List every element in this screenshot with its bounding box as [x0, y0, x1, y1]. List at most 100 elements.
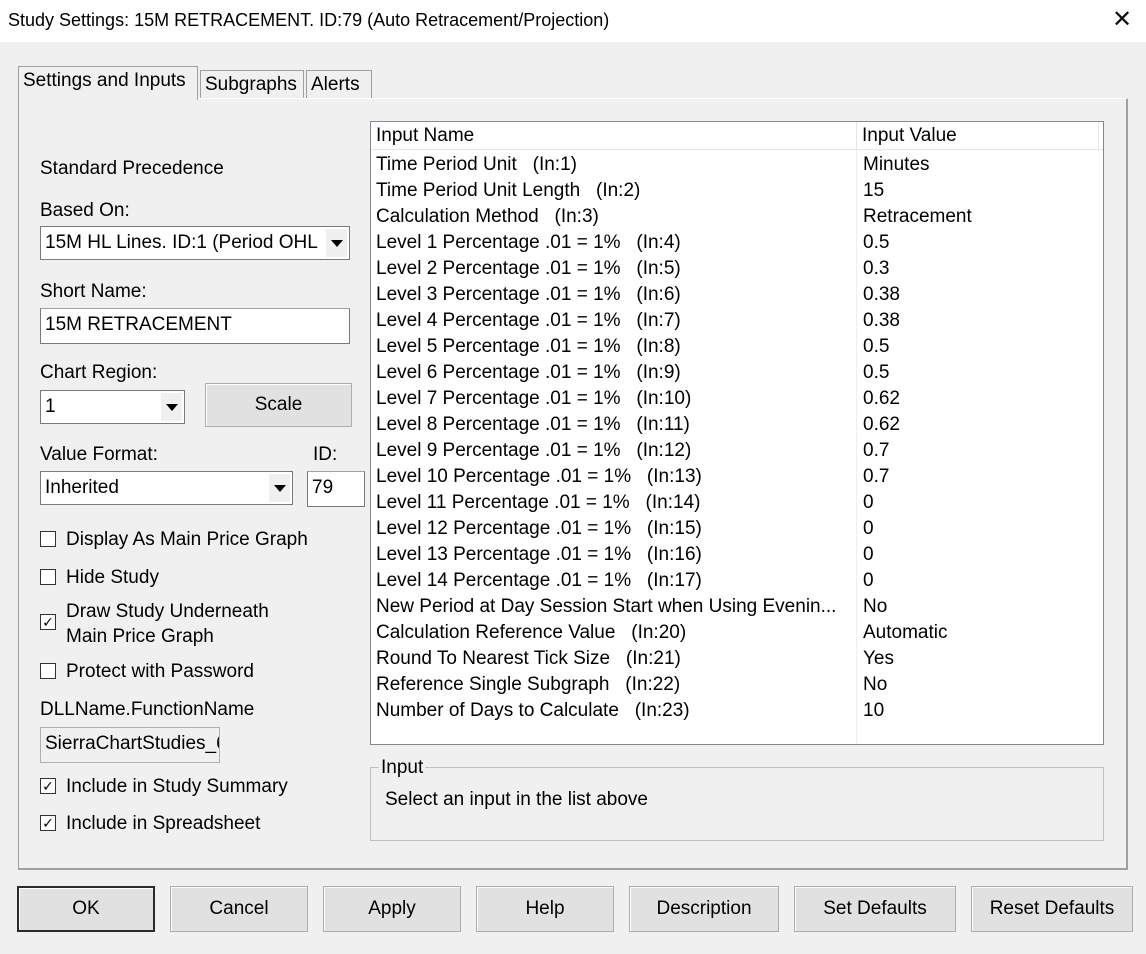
display-main-price-graph-option[interactable]: Display As Main Price Graph: [40, 527, 308, 552]
inputs-list-header: Input Name Input Value: [371, 122, 1103, 150]
table-row[interactable]: Level 12 Percentage .01 = 1% (In:15) 0: [371, 517, 1103, 543]
hide-study-checkbox[interactable]: [40, 569, 56, 585]
input-name: Calculation Reference Value (In:20): [376, 622, 687, 643]
table-row[interactable]: Level 4 Percentage .01 = 1% (In:7) 0.38: [371, 309, 1103, 335]
include-spreadsheet-label: Include in Spreadsheet: [66, 813, 261, 834]
table-row[interactable]: Time Period Unit (In:1) Minutes: [371, 153, 1103, 179]
tab-alerts[interactable]: Alerts: [306, 70, 372, 99]
table-row[interactable]: Level 6 Percentage .01 = 1% (In:9) 0.5: [371, 361, 1103, 387]
value-format-select[interactable]: Inherited: [40, 471, 293, 505]
column-header-input-value[interactable]: Input Value: [857, 122, 1099, 150]
input-name: Level 11 Percentage .01 = 1% (In:14): [376, 492, 701, 513]
set-defaults-button[interactable]: Set Defaults: [794, 886, 956, 932]
table-row[interactable]: Number of Days to Calculate (In:23) 10: [371, 699, 1103, 725]
input-name: Level 5 Percentage .01 = 1% (In:8): [376, 336, 681, 357]
table-row[interactable]: Time Period Unit Length (In:2) 15: [371, 179, 1103, 205]
table-row[interactable]: Round To Nearest Tick Size (In:21) Yes: [371, 647, 1103, 673]
table-row[interactable]: Calculation Method (In:3) Retracement: [371, 205, 1103, 231]
window-title: Study Settings: 15M RETRACEMENT. ID:79 (…: [8, 10, 610, 30]
chevron-down-icon[interactable]: [160, 393, 182, 421]
chart-region-value: 1: [45, 396, 56, 417]
include-study-summary-label: Include in Study Summary: [66, 776, 288, 797]
protect-password-checkbox[interactable]: [40, 663, 56, 679]
input-name: Level 1 Percentage .01 = 1% (In:4): [376, 232, 681, 253]
scale-button[interactable]: Scale: [205, 383, 352, 427]
input-name: Level 10 Percentage .01 = 1% (In:13): [376, 466, 702, 487]
table-row[interactable]: Level 2 Percentage .01 = 1% (In:5) 0.3: [371, 257, 1103, 283]
draw-underneath-checkbox[interactable]: ✓: [40, 614, 56, 630]
table-row[interactable]: Level 1 Percentage .01 = 1% (In:4) 0.5: [371, 231, 1103, 257]
protect-password-label: Protect with Password: [66, 661, 254, 682]
table-row[interactable]: Level 13 Percentage .01 = 1% (In:16) 0: [371, 543, 1103, 569]
input-name: Reference Single Subgraph (In:22): [376, 674, 681, 695]
chart-region-select[interactable]: 1: [40, 390, 185, 424]
based-on-select[interactable]: 15M HL Lines. ID:1 (Period OHL: [40, 226, 350, 260]
short-name-input[interactable]: 15M RETRACEMENT: [40, 308, 350, 344]
input-name: Time Period Unit Length (In:2): [376, 180, 641, 201]
inputs-list[interactable]: Input Name Input Value Time Period Unit …: [370, 121, 1104, 745]
close-icon[interactable]: ✕: [1098, 0, 1146, 42]
table-row[interactable]: Level 8 Percentage .01 = 1% (In:11) 0.62: [371, 413, 1103, 439]
table-row[interactable]: Level 9 Percentage .01 = 1% (In:12) 0.7: [371, 439, 1103, 465]
column-header-input-name[interactable]: Input Name: [371, 122, 857, 150]
tab-settings-and-inputs[interactable]: Settings and Inputs: [18, 66, 198, 101]
input-name: Level 9 Percentage .01 = 1% (In:12): [376, 440, 692, 461]
include-spreadsheet-checkbox[interactable]: ✓: [40, 815, 56, 831]
input-value: 0.38: [863, 284, 900, 305]
input-name: Level 6 Percentage .01 = 1% (In:9): [376, 362, 681, 383]
input-value: Automatic: [863, 622, 948, 643]
input-value: No: [863, 674, 888, 695]
input-value: 0.3: [863, 258, 890, 279]
description-button[interactable]: Description: [629, 886, 779, 932]
input-name: Number of Days to Calculate (In:23): [376, 700, 690, 721]
display-main-price-graph-label: Display As Main Price Graph: [66, 529, 308, 550]
table-row[interactable]: Level 3 Percentage .01 = 1% (In:6) 0.38: [371, 283, 1103, 309]
input-value: Yes: [863, 648, 894, 669]
table-row[interactable]: Level 11 Percentage .01 = 1% (In:14) 0: [371, 491, 1103, 517]
include-spreadsheet-option[interactable]: ✓ Include in Spreadsheet: [40, 811, 260, 836]
tab-subgraphs[interactable]: Subgraphs: [200, 70, 304, 99]
input-value: Minutes: [863, 154, 930, 175]
include-study-summary-checkbox[interactable]: ✓: [40, 778, 56, 794]
table-row[interactable]: Level 5 Percentage .01 = 1% (In:8) 0.5: [371, 335, 1103, 361]
display-main-price-graph-checkbox[interactable]: [40, 531, 56, 547]
input-description-group: Input Select an input in the list above: [370, 757, 1104, 841]
input-value: 0.5: [863, 336, 890, 357]
apply-button[interactable]: Apply: [323, 886, 461, 932]
cancel-button[interactable]: Cancel: [170, 886, 308, 932]
draw-underneath-option[interactable]: ✓ Draw Study Underneath Main Price Graph: [40, 599, 269, 649]
input-value: No: [863, 596, 888, 617]
input-name: Time Period Unit (In:1): [376, 154, 577, 175]
table-row[interactable]: Level 7 Percentage .01 = 1% (In:10) 0.62: [371, 387, 1103, 413]
ok-button[interactable]: OK: [17, 886, 155, 932]
id-label: ID:: [313, 444, 338, 465]
table-row[interactable]: Level 14 Percentage .01 = 1% (In:17) 0: [371, 569, 1103, 595]
input-name: Level 13 Percentage .01 = 1% (In:16): [376, 544, 702, 565]
input-description-text: Select an input in the list above: [385, 789, 649, 810]
protect-password-option[interactable]: Protect with Password: [40, 659, 254, 684]
dll-name-field[interactable]: SierraChartStudies_64.: [40, 727, 220, 763]
dll-name-label: DLLName.FunctionName: [40, 699, 255, 720]
hide-study-option[interactable]: Hide Study: [40, 565, 159, 590]
input-name: Level 14 Percentage .01 = 1% (In:17): [376, 570, 702, 591]
help-button[interactable]: Help: [476, 886, 614, 932]
include-study-summary-option[interactable]: ✓ Include in Study Summary: [40, 774, 288, 799]
draw-underneath-label-line2: Main Price Graph: [66, 626, 214, 647]
input-name: Level 7 Percentage .01 = 1% (In:10): [376, 388, 692, 409]
title-bar: Study Settings: 15M RETRACEMENT. ID:79 (…: [0, 0, 1146, 42]
chevron-down-icon[interactable]: [325, 229, 347, 257]
table-row[interactable]: New Period at Day Session Start when Usi…: [371, 595, 1103, 621]
id-field[interactable]: 79: [307, 471, 365, 507]
short-name-label: Short Name:: [40, 281, 147, 302]
input-name: Round To Nearest Tick Size (In:21): [376, 648, 681, 669]
input-name: Calculation Method (In:3): [376, 206, 599, 227]
input-value: 0.62: [863, 414, 900, 435]
table-row[interactable]: Calculation Reference Value (In:20) Autom…: [371, 621, 1103, 647]
input-value: 0.7: [863, 440, 890, 461]
chevron-down-icon[interactable]: [268, 474, 290, 502]
reset-defaults-button[interactable]: Reset Defaults: [971, 886, 1133, 932]
input-group-legend: Input: [379, 757, 426, 779]
value-format-value: Inherited: [45, 477, 119, 498]
table-row[interactable]: Reference Single Subgraph (In:22) No: [371, 673, 1103, 699]
table-row[interactable]: Level 10 Percentage .01 = 1% (In:13) 0.7: [371, 465, 1103, 491]
